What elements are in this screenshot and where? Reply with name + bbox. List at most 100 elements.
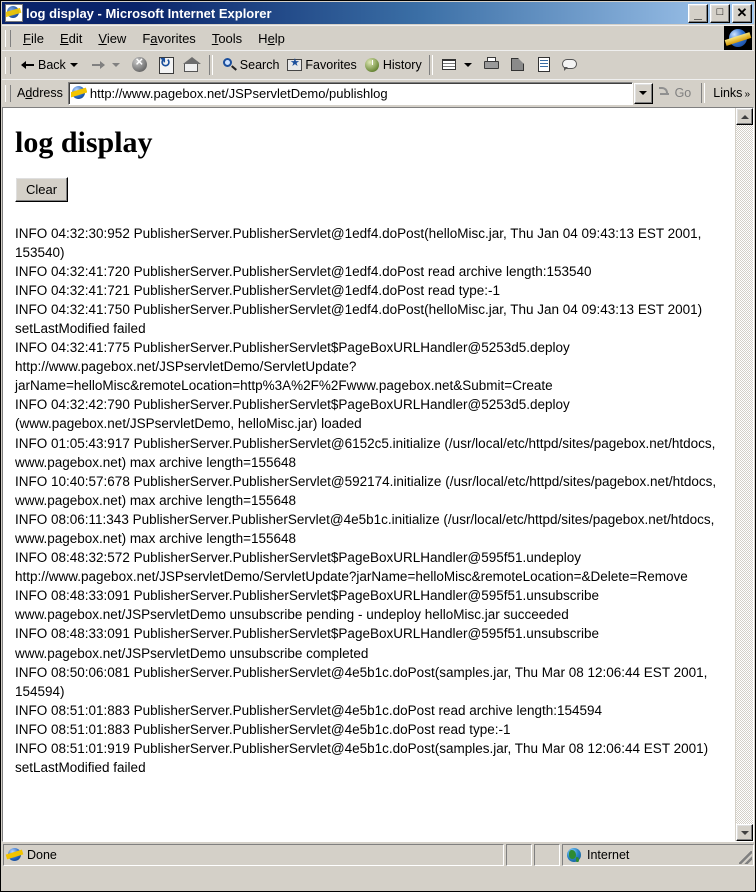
standard-toolbar: Back Search Favorites History bbox=[2, 50, 754, 79]
log-line: INFO 04:32:41:721 PublisherServer.Publis… bbox=[15, 282, 500, 298]
minimize-icon: _ bbox=[694, 4, 702, 21]
menu-item-help[interactable]: Help bbox=[250, 29, 293, 48]
log-line: INFO 08:51:01:919 PublisherServer.Publis… bbox=[15, 741, 712, 776]
scroll-down-button[interactable] bbox=[736, 824, 753, 841]
mail-icon bbox=[440, 55, 460, 75]
toolbar-drag-grip[interactable] bbox=[5, 56, 11, 74]
log-output: INFO 04:32:30:952 PublisherServer.Publis… bbox=[15, 224, 723, 778]
forward-arrow-icon bbox=[88, 55, 108, 75]
document-icon bbox=[534, 55, 554, 75]
menu-item-favorites-label: vorites bbox=[157, 30, 196, 46]
menu-item-view-label: iew bbox=[106, 30, 127, 46]
go-button[interactable]: Go bbox=[653, 85, 698, 101]
log-line: INFO 10:40:57:678 PublisherServer.Publis… bbox=[15, 473, 720, 508]
history-button[interactable]: History bbox=[360, 53, 425, 77]
print-button[interactable] bbox=[479, 53, 505, 77]
triangle-up-icon bbox=[740, 114, 749, 119]
maximize-button[interactable]: □ bbox=[710, 3, 730, 23]
go-button-label: Go bbox=[674, 86, 692, 100]
menu-item-edit[interactable]: Edit bbox=[52, 29, 90, 48]
edit-page-icon bbox=[508, 55, 528, 75]
address-drag-grip[interactable] bbox=[5, 84, 11, 102]
favorites-button-label: Favorites bbox=[305, 58, 357, 72]
clear-button[interactable]: Clear bbox=[15, 176, 69, 202]
back-button[interactable]: Back bbox=[15, 53, 85, 77]
refresh-icon bbox=[156, 55, 176, 75]
related-button[interactable] bbox=[531, 53, 557, 77]
forward-history-chevron-down-icon[interactable] bbox=[111, 63, 120, 67]
address-bar: Address http://www.pagebox.net/JSPservle… bbox=[2, 79, 754, 106]
mail-button[interactable] bbox=[437, 53, 479, 77]
menu-item-tools-label: ools bbox=[218, 30, 243, 46]
favorites-button[interactable]: Favorites bbox=[282, 53, 359, 77]
menu-drag-grip[interactable] bbox=[5, 29, 11, 47]
page-title: log display bbox=[15, 126, 153, 159]
vertical-scrollbar[interactable] bbox=[735, 108, 753, 841]
print-icon bbox=[482, 55, 502, 75]
search-button-label: Search bbox=[239, 58, 280, 72]
ie-document-icon bbox=[5, 4, 23, 22]
scroll-up-button[interactable] bbox=[736, 108, 753, 125]
chevron-down-icon bbox=[639, 91, 648, 95]
internet-globe-icon bbox=[566, 847, 582, 863]
security-zone-panel[interactable]: Internet bbox=[562, 844, 754, 866]
log-line: INFO 08:48:33:091 PublisherServer.Publis… bbox=[15, 626, 603, 661]
menu-bar: File Edit View Favorites Tools Help bbox=[2, 25, 754, 50]
links-button-label: Links bbox=[713, 86, 743, 100]
status-message-panel: Done bbox=[3, 844, 504, 866]
address-input[interactable]: http://www.pagebox.net/JSPservletDemo/pu… bbox=[67, 81, 633, 105]
address-dropdown-button[interactable] bbox=[633, 82, 653, 104]
status-panel-2 bbox=[506, 844, 532, 866]
home-button[interactable] bbox=[179, 53, 205, 77]
caption-buttons: _ □ ✕ bbox=[688, 3, 752, 23]
menu-item-tools[interactable]: Tools bbox=[204, 29, 250, 48]
security-zone-label: Internet bbox=[587, 848, 630, 862]
close-button[interactable]: ✕ bbox=[732, 3, 752, 23]
discuss-bubble-icon bbox=[560, 55, 580, 75]
stop-icon bbox=[130, 54, 150, 75]
ie-status-icon bbox=[7, 847, 23, 863]
ie-animated-logo-icon bbox=[724, 26, 752, 50]
status-panel-3 bbox=[534, 844, 560, 866]
forward-button[interactable] bbox=[85, 53, 127, 77]
back-history-chevron-down-icon[interactable] bbox=[69, 63, 78, 67]
menu-item-favorites[interactable]: Favorites bbox=[134, 29, 203, 48]
home-icon bbox=[182, 55, 202, 75]
discuss-button[interactable] bbox=[557, 53, 583, 77]
search-button[interactable]: Search bbox=[217, 53, 283, 77]
close-icon: ✕ bbox=[736, 4, 748, 20]
links-overflow-icon[interactable]: » bbox=[744, 89, 750, 100]
address-value: http://www.pagebox.net/JSPservletDemo/pu… bbox=[89, 85, 388, 101]
back-button-label: Back bbox=[38, 58, 66, 72]
log-line: INFO 08:51:01:883 PublisherServer.Publis… bbox=[15, 721, 511, 737]
mail-chevron-down-icon[interactable] bbox=[463, 63, 472, 67]
title-bar: log display - Microsoft Internet Explore… bbox=[2, 2, 754, 24]
history-clock-icon bbox=[363, 55, 383, 75]
resize-grip[interactable] bbox=[739, 851, 752, 864]
log-line: INFO 04:32:41:720 PublisherServer.Publis… bbox=[15, 263, 592, 279]
refresh-button[interactable] bbox=[153, 53, 179, 77]
log-line: INFO 08:51:01:883 PublisherServer.Publis… bbox=[15, 702, 603, 718]
log-line: INFO 08:06:11:343 PublisherServer.Publis… bbox=[15, 511, 719, 546]
stop-button[interactable] bbox=[127, 53, 153, 77]
edit-button[interactable] bbox=[505, 53, 531, 77]
go-arrow-icon bbox=[657, 85, 673, 101]
toolbar-separator bbox=[428, 55, 433, 75]
window-title: log display - Microsoft Internet Explore… bbox=[26, 5, 272, 21]
page-globe-icon bbox=[71, 85, 87, 101]
page-viewport: log display Clear INFO 04:32:30:952 Publ… bbox=[2, 107, 754, 842]
history-button-label: History bbox=[382, 58, 422, 72]
menu-item-file[interactable]: File bbox=[15, 29, 52, 48]
search-icon bbox=[220, 55, 240, 75]
minimize-button[interactable]: _ bbox=[688, 3, 708, 23]
menu-item-view[interactable]: View bbox=[90, 29, 134, 48]
page-content: log display Clear INFO 04:32:30:952 Publ… bbox=[3, 108, 735, 841]
log-line: INFO 08:48:32:572 PublisherServer.Publis… bbox=[15, 550, 688, 585]
toolbar-separator bbox=[208, 55, 213, 75]
menu-item-file-label: ile bbox=[30, 30, 44, 46]
links-button[interactable]: Links » bbox=[709, 86, 754, 100]
browser-window: log display - Microsoft Internet Explore… bbox=[0, 0, 756, 892]
log-line: INFO 04:32:42:790 PublisherServer.Publis… bbox=[15, 397, 574, 432]
address-separator bbox=[701, 83, 706, 103]
menu-item-edit-label: dit bbox=[68, 30, 83, 46]
